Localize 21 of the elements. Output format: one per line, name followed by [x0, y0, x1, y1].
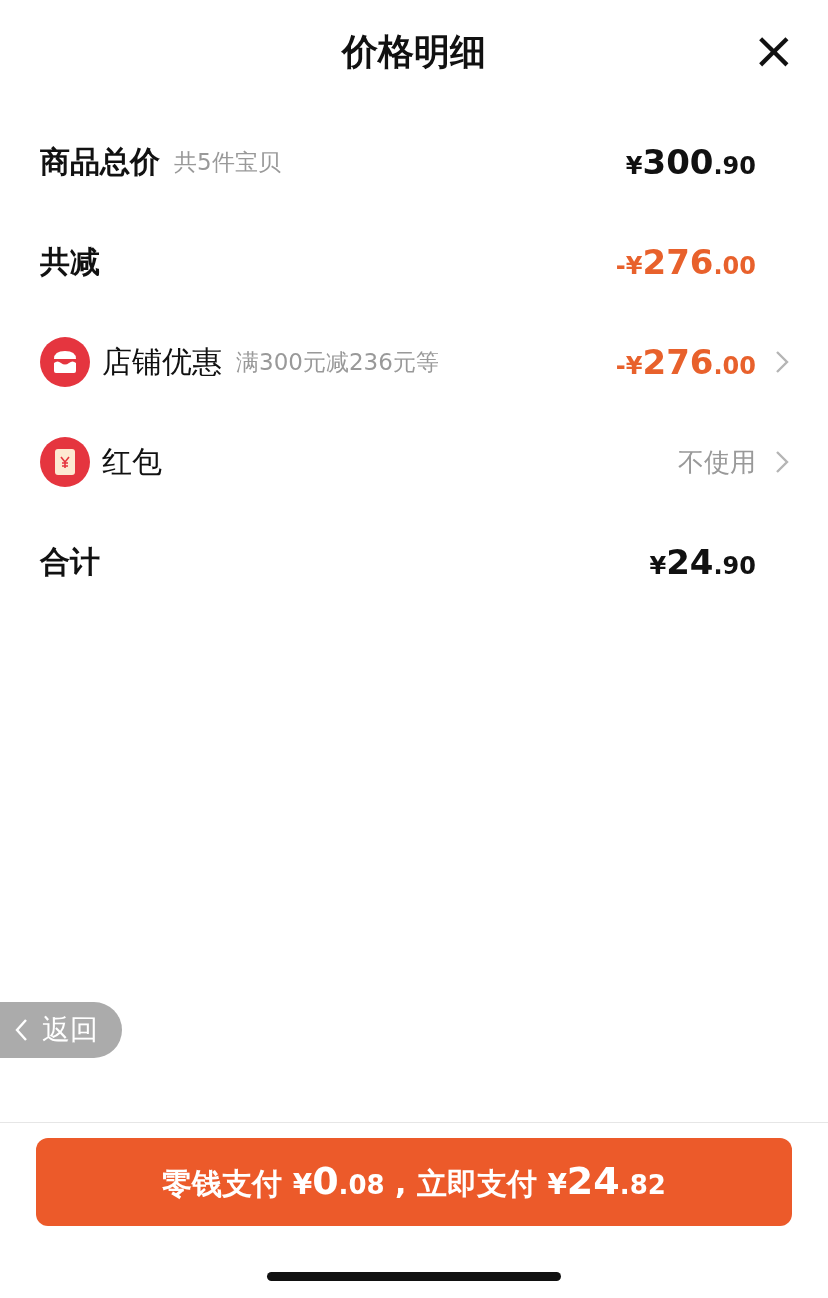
- price-value: ¥300.90: [625, 142, 756, 182]
- pay-button[interactable]: 零钱支付 ¥0.08 , 立即支付 ¥24.82: [36, 1138, 792, 1226]
- row-status: 不使用: [678, 445, 756, 479]
- shop-icon: [40, 337, 90, 387]
- envelope-icon: [40, 437, 90, 487]
- price-value: -¥276.00: [615, 342, 756, 382]
- row-label: 共减: [40, 242, 100, 281]
- row-note: 满300元减236元等: [236, 347, 439, 377]
- chevron-left-icon: [14, 1018, 28, 1042]
- row-label: 红包: [102, 442, 162, 481]
- row-label: 商品总价: [40, 142, 160, 181]
- row-label: 店铺优惠: [102, 342, 222, 381]
- close-button[interactable]: ×: [752, 30, 792, 70]
- price-value: ¥24.90: [649, 542, 756, 582]
- chevron-right-icon[interactable]: [774, 449, 790, 475]
- row-label: 合计: [40, 542, 100, 581]
- price-value: -¥276.00: [615, 242, 756, 282]
- back-button[interactable]: 返回: [0, 1002, 122, 1058]
- row-note: 共5件宝贝: [174, 147, 281, 177]
- sheet-title: 价格明细: [342, 29, 486, 74]
- chevron-right-icon[interactable]: [774, 349, 790, 375]
